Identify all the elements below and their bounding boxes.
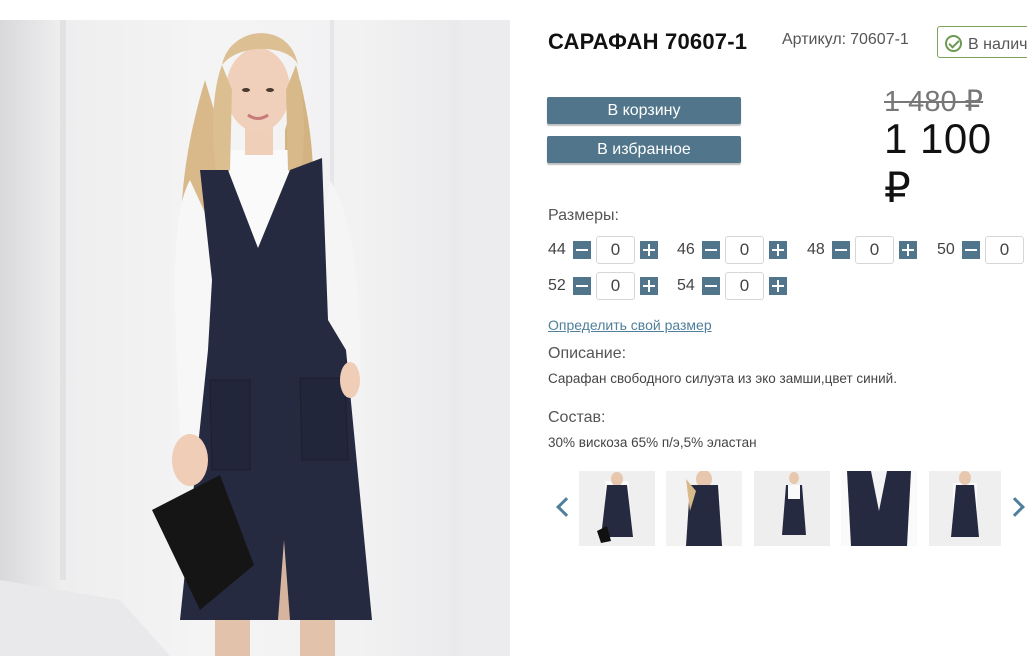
chevron-right-icon[interactable]: [1008, 495, 1024, 519]
thumbnail-image: [929, 471, 1001, 546]
product-main-image[interactable]: [0, 20, 510, 656]
minus-icon[interactable]: [573, 241, 591, 259]
size-selector-48: 48: [807, 235, 917, 265]
size-number: 44: [548, 241, 566, 258]
sku-value: 70607-1: [850, 31, 909, 48]
size-selector-44: 44: [548, 235, 658, 265]
composition-label: Состав:: [548, 409, 606, 426]
composition-text: 30% вискоза 65% п/э,5% эластан: [548, 435, 757, 450]
stock-label: В наличии: [968, 36, 1027, 53]
quantity-input-48[interactable]: [855, 236, 894, 264]
minus-icon[interactable]: [962, 241, 980, 259]
thumbnail[interactable]: [929, 471, 1001, 546]
size-selector-52: 52: [548, 271, 658, 301]
quantity-input-44[interactable]: [596, 236, 635, 264]
stock-badge: В наличии: [937, 26, 1027, 58]
description-label: Описание:: [548, 345, 627, 362]
thumbnail-image: [666, 471, 742, 546]
size-selector-54: 54: [677, 271, 787, 301]
sku: Артикул: 70607-1: [782, 31, 909, 49]
size-number: 46: [677, 241, 695, 258]
current-price: 1 100 ₽: [884, 115, 992, 211]
plus-icon[interactable]: [899, 241, 917, 259]
minus-icon[interactable]: [832, 241, 850, 259]
size-selector-50: 50: [937, 235, 1027, 265]
add-to-cart-button[interactable]: В корзину: [547, 97, 741, 124]
size-number: 48: [807, 241, 825, 258]
quantity-input-52[interactable]: [596, 272, 635, 300]
plus-icon[interactable]: [640, 277, 658, 295]
thumbnail-image: [579, 471, 655, 546]
check-circle-icon: [945, 35, 962, 52]
size-number: 50: [937, 241, 955, 258]
old-price: 1 480 ₽: [884, 86, 984, 118]
size-selector-46: 46: [677, 235, 787, 265]
thumbnail-image: [754, 471, 830, 546]
thumbnail[interactable]: [579, 471, 655, 546]
quantity-input-54[interactable]: [725, 272, 764, 300]
description-text: Сарафан свободного силуэта из эко замши,…: [548, 371, 897, 386]
product-photo-illustration: [0, 20, 510, 656]
sku-label: Артикул:: [782, 31, 847, 48]
size-number: 52: [548, 277, 566, 294]
sizes-label: Размеры:: [548, 207, 619, 224]
thumbnail[interactable]: [841, 471, 917, 546]
thumbnail[interactable]: [754, 471, 830, 546]
thumbnail[interactable]: [666, 471, 742, 546]
chevron-left-icon[interactable]: [555, 495, 571, 519]
size-guide-link[interactable]: Определить свой размер: [548, 317, 712, 333]
plus-icon[interactable]: [769, 241, 787, 259]
plus-icon[interactable]: [769, 277, 787, 295]
quantity-input-46[interactable]: [725, 236, 764, 264]
thumbnail-image: [841, 471, 917, 546]
plus-icon[interactable]: [640, 241, 658, 259]
add-to-favorites-button[interactable]: В избранное: [547, 136, 741, 163]
minus-icon[interactable]: [702, 277, 720, 295]
product-title: САРАФАН 70607-1: [548, 29, 748, 54]
quantity-input-50[interactable]: [985, 236, 1024, 264]
minus-icon[interactable]: [573, 277, 591, 295]
size-number: 54: [677, 277, 695, 294]
minus-icon[interactable]: [702, 241, 720, 259]
